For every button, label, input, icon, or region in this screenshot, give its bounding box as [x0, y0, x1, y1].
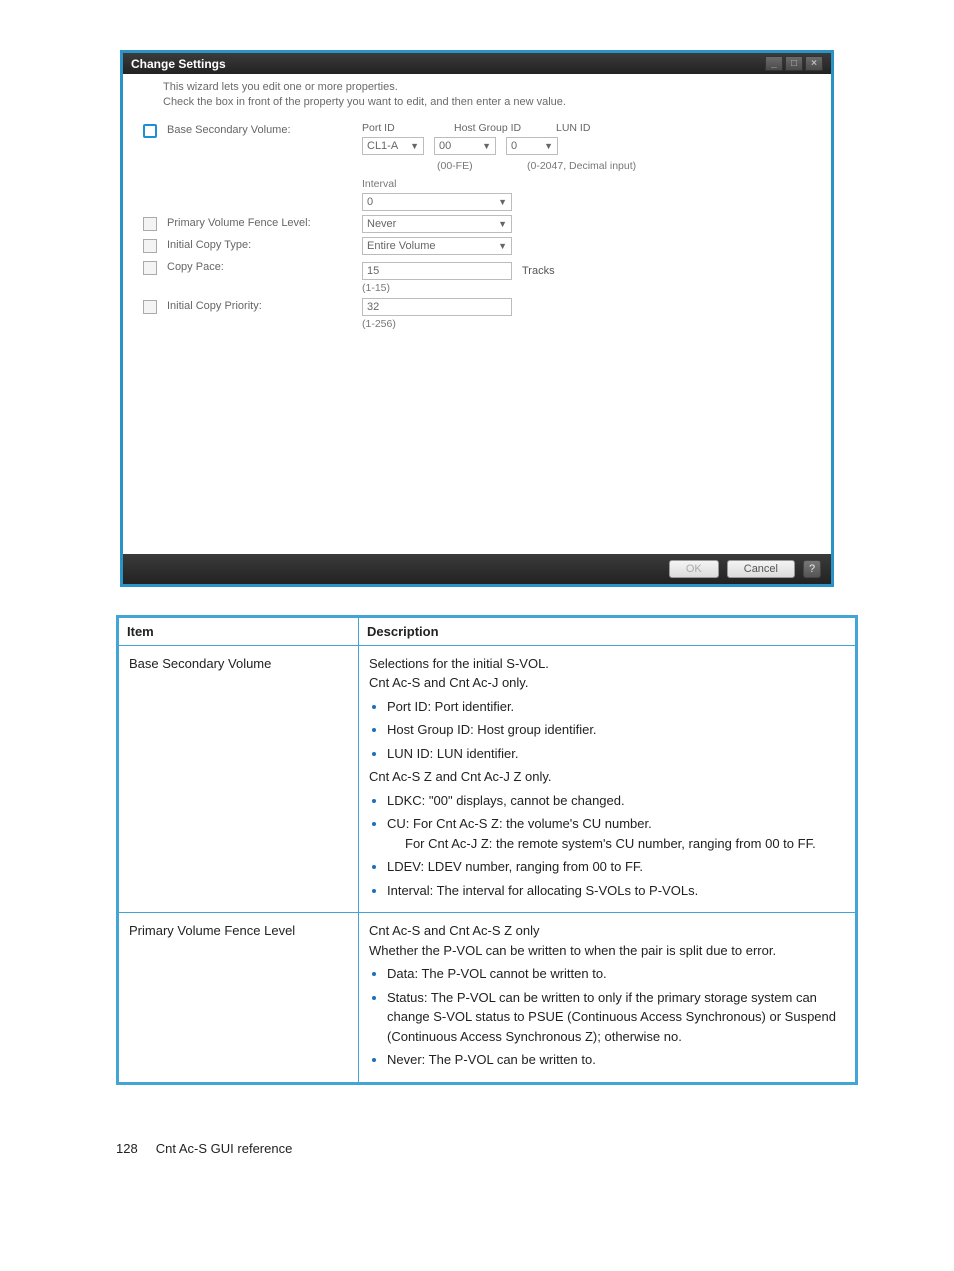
- host-group-hint: (00-FE): [437, 160, 527, 172]
- copy-pace-hint: (1-15): [362, 282, 803, 294]
- list-item: Host Group ID: Host group identifier.: [387, 720, 845, 740]
- host-group-id-header: Host Group ID: [454, 122, 526, 134]
- list-item: Interval: The interval for allocating S-…: [387, 881, 845, 901]
- chevron-down-icon: ▼: [498, 219, 507, 229]
- list-text: CU: For Cnt Ac-S Z: the volume's CU numb…: [387, 816, 652, 831]
- lun-id-hint: (0-2047, Decimal input): [527, 160, 636, 172]
- fence-level-label: Primary Volume Fence Level:: [167, 215, 362, 229]
- close-icon[interactable]: ×: [805, 56, 823, 71]
- help-icon[interactable]: ?: [803, 560, 821, 578]
- copy-pace-input[interactable]: 15: [362, 262, 512, 280]
- interval-label: Interval: [362, 178, 803, 190]
- port-id-select[interactable]: CL1-A ▼: [362, 137, 424, 155]
- section-title: Cnt Ac-S GUI reference: [156, 1141, 293, 1156]
- list-item: Port ID: Port identifier.: [387, 697, 845, 717]
- list-subtext: For Cnt Ac-J Z: the remote system's CU n…: [387, 834, 845, 854]
- desc-text: Whether the P-VOL can be written to when…: [369, 941, 845, 961]
- table-row: Base Secondary Volume Selections for the…: [119, 645, 856, 913]
- chevron-down-icon: ▼: [498, 241, 507, 251]
- fence-level-select[interactable]: Never ▼: [362, 215, 512, 233]
- copy-priority-hint: (1-256): [362, 318, 803, 330]
- desc-text: Cnt Ac-S and Cnt Ac-S Z only: [369, 921, 845, 941]
- copy-pace-checkbox[interactable]: [143, 261, 157, 275]
- copy-priority-checkbox[interactable]: [143, 300, 157, 314]
- list-item: Never: The P-VOL can be written to.: [387, 1050, 845, 1070]
- fence-level-checkbox[interactable]: [143, 217, 157, 231]
- minimize-icon[interactable]: _: [765, 56, 783, 71]
- maximize-icon[interactable]: □: [785, 56, 803, 71]
- port-id-value: CL1-A: [367, 140, 398, 152]
- copy-type-select[interactable]: Entire Volume ▼: [362, 237, 512, 255]
- page-footer: 128 Cnt Ac-S GUI reference: [116, 1125, 954, 1172]
- list-item: Data: The P-VOL cannot be written to.: [387, 964, 845, 984]
- dialog-instructions: This wizard lets you edit one or more pr…: [123, 74, 831, 118]
- base-secondary-volume-checkbox[interactable]: [143, 124, 157, 138]
- list-item: Status: The P-VOL can be written to only…: [387, 988, 845, 1047]
- change-settings-dialog: Change Settings _ □ × This wizard lets y…: [120, 50, 834, 587]
- desc-text: Selections for the initial S-VOL.: [369, 654, 845, 674]
- list-item: LUN ID: LUN identifier.: [387, 744, 845, 764]
- list-item: CU: For Cnt Ac-S Z: the volume's CU numb…: [387, 814, 845, 853]
- description-cell: Selections for the initial S-VOL. Cnt Ac…: [359, 645, 856, 913]
- copy-type-checkbox[interactable]: [143, 239, 157, 253]
- host-group-id-value: 00: [439, 140, 451, 152]
- chevron-down-icon: ▼: [498, 197, 507, 207]
- copy-priority-input[interactable]: 32: [362, 298, 512, 316]
- description-table: Item Description Base Secondary Volume S…: [116, 615, 858, 1085]
- port-id-header: Port ID: [362, 122, 424, 134]
- copy-pace-unit: Tracks: [522, 265, 555, 277]
- col-header-description: Description: [359, 617, 856, 645]
- cancel-button[interactable]: Cancel: [727, 560, 795, 578]
- interval-select[interactable]: 0 ▼: [362, 193, 512, 211]
- copy-type-label: Initial Copy Type:: [167, 237, 362, 251]
- desc-text: Cnt Ac-S and Cnt Ac-J only.: [369, 673, 845, 693]
- col-header-item: Item: [119, 617, 359, 645]
- chevron-down-icon: ▼: [482, 141, 491, 151]
- copy-type-value: Entire Volume: [367, 240, 435, 252]
- dialog-titlebar: Change Settings _ □ ×: [123, 53, 831, 74]
- item-cell: Primary Volume Fence Level: [119, 913, 359, 1083]
- item-cell: Base Secondary Volume: [119, 645, 359, 913]
- table-row: Primary Volume Fence Level Cnt Ac-S and …: [119, 913, 856, 1083]
- list-item: LDKC: "00" displays, cannot be changed.: [387, 791, 845, 811]
- fence-level-value: Never: [367, 218, 396, 230]
- instr-line2: Check the box in front of the property y…: [163, 95, 791, 110]
- dialog-footer: OK Cancel ?: [123, 554, 831, 584]
- lun-id-value: 0: [511, 140, 517, 152]
- list-item: LDEV: LDEV number, ranging from 00 to FF…: [387, 857, 845, 877]
- chevron-down-icon: ▼: [410, 141, 419, 151]
- copy-pace-label: Copy Pace:: [167, 259, 362, 273]
- host-group-id-select[interactable]: 00 ▼: [434, 137, 496, 155]
- interval-value: 0: [367, 196, 373, 208]
- page-number: 128: [116, 1141, 138, 1156]
- desc-text: Cnt Ac-S Z and Cnt Ac-J Z only.: [369, 767, 845, 787]
- dialog-title: Change Settings: [131, 57, 226, 71]
- description-cell: Cnt Ac-S and Cnt Ac-S Z only Whether the…: [359, 913, 856, 1083]
- lun-id-header: LUN ID: [556, 122, 596, 134]
- copy-priority-label: Initial Copy Priority:: [167, 298, 362, 312]
- copy-pace-value: 15: [367, 265, 379, 277]
- copy-priority-value: 32: [367, 301, 379, 313]
- instr-line1: This wizard lets you edit one or more pr…: [163, 80, 791, 95]
- ok-button[interactable]: OK: [669, 560, 719, 578]
- lun-id-select[interactable]: 0 ▼: [506, 137, 558, 155]
- chevron-down-icon: ▼: [544, 141, 553, 151]
- base-secondary-volume-label: Base Secondary Volume:: [167, 122, 362, 136]
